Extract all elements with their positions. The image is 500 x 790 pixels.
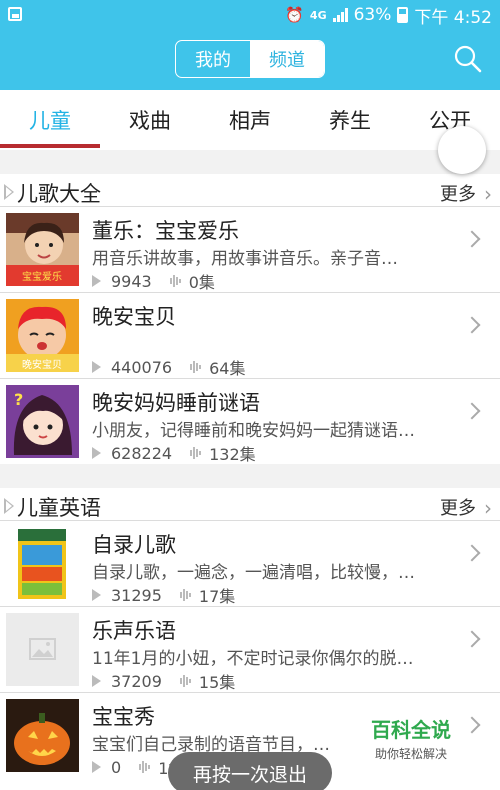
refresh-spinner bbox=[438, 126, 486, 174]
more-button[interactable]: 更多 bbox=[440, 180, 476, 206]
item-description: 自录儿歌，一遍念，一遍清唱，比较慢，… bbox=[92, 563, 415, 583]
item-title: 乐声乐语 bbox=[92, 619, 176, 643]
alarm-icon: ⏰ bbox=[285, 6, 304, 24]
list-item[interactable]: 自录儿歌 自录儿歌，一遍念，一遍清唱，比较慢，… 31295 17集 bbox=[0, 520, 500, 606]
image-placeholder-icon bbox=[6, 613, 79, 686]
tab-health[interactable]: 养生 bbox=[300, 90, 400, 150]
active-tab-indicator bbox=[0, 144, 100, 148]
album-thumbnail: ? bbox=[6, 385, 79, 458]
battery-icon bbox=[397, 7, 409, 23]
play-count-icon bbox=[92, 589, 101, 601]
album-thumbnail bbox=[6, 613, 79, 686]
play-count-icon bbox=[92, 761, 101, 773]
item-meta: 440076 64集 bbox=[92, 355, 245, 379]
watermark-subtitle: 助你轻松解决 bbox=[374, 747, 447, 761]
item-meta: 628224 132集 bbox=[92, 441, 256, 465]
category-tabs: 儿童 戏曲 相声 养生 公开 bbox=[0, 90, 500, 150]
more-button[interactable]: 更多 bbox=[440, 494, 476, 520]
segment-mine[interactable]: 我的 bbox=[176, 41, 250, 77]
list-item[interactable]: ? 晚安妈妈睡前谜语 小朋友，记得睡前和晚安妈妈一起猜谜语… 628224 13… bbox=[0, 378, 500, 464]
item-meta: 9943 0集 bbox=[92, 269, 215, 293]
signal-icon bbox=[332, 8, 348, 22]
tab-opera[interactable]: 戏曲 bbox=[100, 90, 200, 150]
section-children-songs: 儿歌大全 更多 › 宝宝爱乐 董乐：宝宝爱乐 用音乐讲故事，用故事讲音乐。亲子音… bbox=[0, 174, 500, 464]
play-count: 440076 bbox=[111, 357, 173, 377]
svg-text:?: ? bbox=[14, 390, 23, 409]
chevron-right-icon bbox=[463, 316, 481, 334]
item-meta: 37209 15集 bbox=[92, 669, 235, 693]
clock: 下午 4:52 bbox=[414, 7, 492, 28]
episodes-icon bbox=[179, 674, 191, 688]
thumbnail-label: 晚安宝贝 bbox=[22, 358, 62, 371]
episode-count: 15集 bbox=[198, 673, 236, 692]
episodes-icon bbox=[190, 360, 202, 374]
chevron-right-icon: › bbox=[484, 182, 492, 206]
episodes-icon bbox=[139, 760, 151, 774]
list-item[interactable]: 宝宝爱乐 董乐：宝宝爱乐 用音乐讲故事，用故事讲音乐。亲子音… 9943 0集 bbox=[0, 206, 500, 292]
segment-channel[interactable]: 频道 bbox=[250, 41, 324, 77]
album-thumbnail bbox=[6, 699, 79, 772]
item-title: 自录儿歌 bbox=[92, 533, 176, 557]
section-triangle-icon bbox=[4, 184, 14, 200]
play-count-icon bbox=[92, 447, 101, 459]
play-count: 31295 bbox=[111, 585, 162, 605]
search-button[interactable] bbox=[454, 45, 482, 73]
item-title: 董乐：宝宝爱乐 bbox=[92, 219, 239, 243]
search-icon bbox=[454, 45, 482, 73]
item-description: 11年1月的小妞，不定时记录你偶尔的脱… bbox=[92, 649, 414, 669]
play-count: 628224 bbox=[111, 443, 173, 463]
item-title: 晚安妈妈睡前谜语 bbox=[92, 391, 260, 415]
episodes-icon bbox=[179, 588, 191, 602]
item-description: 用音乐讲故事，用故事讲音乐。亲子音… bbox=[92, 249, 398, 269]
episodes-icon bbox=[169, 274, 181, 288]
gallery-notification-icon bbox=[8, 7, 22, 21]
play-count: 0 bbox=[111, 757, 122, 777]
album-thumbnail bbox=[6, 527, 79, 600]
item-title: 晚安宝贝 bbox=[92, 305, 176, 329]
play-count: 9943 bbox=[111, 271, 152, 291]
section-title: 儿童英语 bbox=[17, 496, 101, 520]
network-type: 4G bbox=[309, 8, 327, 22]
episode-count: 0集 bbox=[188, 273, 215, 292]
tab-children[interactable]: 儿童 bbox=[0, 90, 100, 150]
play-count-icon bbox=[92, 675, 101, 687]
episodes-icon bbox=[190, 446, 202, 460]
battery-percent: 63% bbox=[353, 5, 392, 25]
item-title: 宝宝秀 bbox=[92, 705, 155, 729]
status-right: ⏰ 4G 63% 下午 4:52 bbox=[285, 4, 492, 28]
item-description: 小朋友，记得睡前和晚安妈妈一起猜谜语… bbox=[92, 421, 415, 441]
episode-count: 132集 bbox=[209, 445, 256, 464]
play-count: 37209 bbox=[111, 671, 162, 691]
play-count-icon bbox=[92, 361, 101, 373]
item-meta: 31295 17集 bbox=[92, 583, 235, 607]
exit-toast: 再按一次退出 bbox=[168, 752, 332, 790]
status-bar: ⏰ 4G 63% 下午 4:52 bbox=[0, 0, 500, 30]
section-triangle-icon bbox=[4, 498, 14, 514]
album-thumbnail: 宝宝爱乐 bbox=[6, 213, 79, 286]
list-item[interactable]: 乐声乐语 11年1月的小妞，不定时记录你偶尔的脱… 37209 15集 bbox=[0, 606, 500, 692]
thumbnail-label: 宝宝爱乐 bbox=[22, 270, 62, 283]
section-title: 儿歌大全 bbox=[17, 182, 101, 206]
mine-channel-switch: 我的 频道 bbox=[175, 40, 325, 78]
watermark-title: 百科全说 bbox=[371, 718, 451, 742]
album-thumbnail: 晚安宝贝 bbox=[6, 299, 79, 372]
list-item[interactable]: 晚安宝贝 晚安宝贝 440076 64集 bbox=[0, 292, 500, 378]
play-count-icon bbox=[92, 275, 101, 287]
top-bar: 我的 频道 bbox=[0, 30, 500, 90]
episode-count: 64集 bbox=[209, 359, 246, 378]
tab-crosstalk[interactable]: 相声 bbox=[200, 90, 300, 150]
watermark-logo: 百科全说 助你轻松解决 bbox=[356, 714, 466, 762]
episode-count: 17集 bbox=[198, 587, 236, 606]
chevron-right-icon: › bbox=[484, 496, 492, 520]
